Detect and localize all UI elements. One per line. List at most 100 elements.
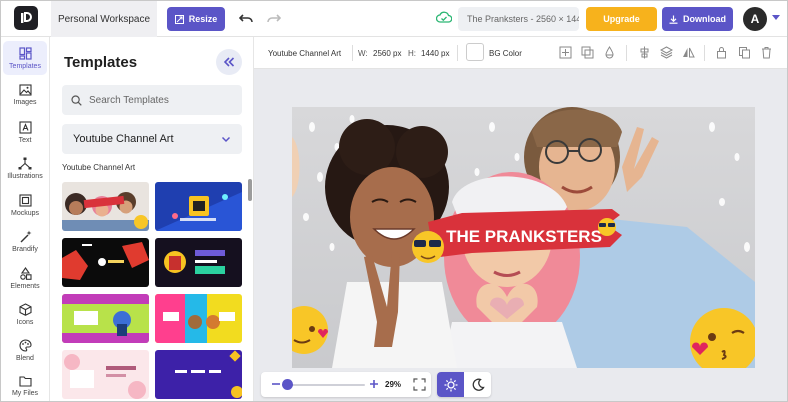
download-button[interactable]: Download xyxy=(662,7,733,31)
elements-icon xyxy=(19,266,32,280)
section-label: Youtube Channel Art xyxy=(62,163,136,172)
template-search[interactable] xyxy=(62,85,242,115)
opacity-icon[interactable] xyxy=(602,45,617,60)
duplicate-frame-icon[interactable] xyxy=(580,45,595,60)
rail-label: Elements xyxy=(10,282,40,290)
logo-icon xyxy=(21,12,32,23)
text-icon xyxy=(18,120,32,134)
templates-panel: Templates Youtube Channel Art Youtube Ch… xyxy=(50,37,254,401)
align-icon[interactable] xyxy=(637,45,652,60)
template-thumbnail[interactable] xyxy=(155,182,242,231)
rail-label: Images xyxy=(13,99,37,106)
minus-icon xyxy=(272,383,280,385)
zoom-slider-track[interactable] xyxy=(285,384,365,386)
height-value[interactable]: 1440 px xyxy=(421,49,449,58)
height-label: H: xyxy=(408,49,416,58)
emoji-sunglasses-icon[interactable] xyxy=(412,231,444,263)
resize-label: Resize xyxy=(188,14,218,24)
zoom-out-button[interactable] xyxy=(269,377,283,391)
plus-icon xyxy=(370,380,378,388)
templates-icon xyxy=(18,46,32,60)
design-canvas[interactable]: THE PRANKSTERS xyxy=(292,107,755,368)
download-icon xyxy=(669,15,678,24)
template-thumbnail[interactable] xyxy=(155,350,242,399)
rail-item-mockups[interactable]: Mockups xyxy=(3,188,47,222)
rail-item-images[interactable]: Images xyxy=(3,78,47,112)
rail-item-my-files[interactable]: My Files xyxy=(3,369,47,401)
rail-item-icons[interactable]: Icons xyxy=(3,297,47,331)
undo-icon xyxy=(239,14,253,23)
rail-item-blend[interactable]: Blend xyxy=(3,333,47,367)
workspace-name[interactable]: Personal Workspace xyxy=(51,1,157,37)
format-label: Youtube Channel Art xyxy=(268,49,342,58)
redo-button[interactable] xyxy=(265,10,283,28)
zoom-controls: 29% xyxy=(261,372,431,397)
rail-item-elements[interactable]: Elements xyxy=(3,261,47,295)
rail-label: Templates xyxy=(9,62,41,70)
panel-scrollbar[interactable] xyxy=(248,179,252,201)
canvas-artwork[interactable]: THE PRANKSTERS xyxy=(292,107,755,368)
chevron-down-icon[interactable] xyxy=(772,15,780,20)
light-mode-button[interactable] xyxy=(437,372,464,397)
rail-item-templates[interactable]: Templates xyxy=(3,41,47,75)
rail-label: My Files xyxy=(11,390,39,397)
top-bar: Personal Workspace Resize The Pranksters… xyxy=(1,1,787,37)
rail-item-text[interactable]: Text xyxy=(3,115,47,149)
rail-item-brandify[interactable]: Brandify xyxy=(3,224,47,258)
search-input[interactable] xyxy=(89,94,229,106)
zoom-value: 29% xyxy=(385,380,402,389)
emoji-cool-icon[interactable] xyxy=(598,218,616,236)
template-thumbnail[interactable] xyxy=(62,238,149,287)
fit-screen-button[interactable] xyxy=(413,378,426,391)
divider xyxy=(704,45,705,61)
app-logo[interactable] xyxy=(14,6,38,30)
width-label: W: xyxy=(358,49,368,58)
upgrade-button[interactable]: Upgrade xyxy=(586,7,657,31)
palette-icon xyxy=(19,338,32,352)
moon-icon xyxy=(472,378,485,391)
cube-icon xyxy=(18,302,32,316)
panel-title: Templates xyxy=(64,54,138,71)
category-select[interactable]: Youtube Channel Art xyxy=(62,124,242,154)
folder-icon xyxy=(18,376,32,387)
filename-field[interactable]: The Pranksters - 2560 × 1440 xyxy=(458,7,579,31)
image-icon xyxy=(18,84,32,96)
rail-item-illustrations[interactable]: Illustrations xyxy=(3,151,47,185)
rail-label: Brandify xyxy=(12,245,38,253)
template-thumbnail[interactable] xyxy=(155,238,242,287)
rail-label: Text xyxy=(18,136,32,144)
undo-button[interactable] xyxy=(237,10,255,28)
category-value: Youtube Channel Art xyxy=(73,133,174,145)
banner-text[interactable]: THE PRANKSTERS xyxy=(446,227,602,246)
rail-label: Mockups xyxy=(10,209,39,217)
trash-icon[interactable] xyxy=(759,45,774,60)
download-label: Download xyxy=(683,14,726,24)
template-thumbnail[interactable] xyxy=(62,294,149,343)
wand-icon xyxy=(20,230,31,242)
sun-icon xyxy=(444,378,457,391)
resize-button[interactable]: Resize xyxy=(167,7,225,31)
template-thumbnail[interactable] xyxy=(62,182,149,231)
cloud-saved-icon xyxy=(435,10,453,28)
flip-icon[interactable] xyxy=(681,45,696,60)
grid-icon[interactable] xyxy=(558,45,573,60)
copy-icon[interactable] xyxy=(737,45,752,60)
theme-toggle xyxy=(437,372,491,397)
double-chevron-left-icon xyxy=(223,57,235,67)
bg-color-swatch[interactable] xyxy=(466,43,484,61)
lock-icon[interactable] xyxy=(714,45,729,60)
zoom-slider-handle[interactable] xyxy=(282,379,293,390)
app-window: Personal Workspace Resize The Pranksters… xyxy=(0,0,788,402)
width-value[interactable]: 2560 px xyxy=(373,49,401,58)
dark-mode-button[interactable] xyxy=(464,372,491,397)
template-thumbnail[interactable] xyxy=(155,294,242,343)
collapse-panel-button[interactable] xyxy=(216,49,242,75)
rail-label: Icons xyxy=(16,318,34,326)
fullscreen-icon xyxy=(413,378,426,391)
avatar[interactable]: A xyxy=(743,7,767,31)
template-thumbnail[interactable] xyxy=(62,350,149,399)
zoom-in-button[interactable] xyxy=(367,377,381,391)
layers-icon[interactable] xyxy=(659,45,674,60)
divider xyxy=(626,45,627,61)
property-bar: Youtube Channel Art W: 2560 px H: 1440 p… xyxy=(254,37,787,69)
